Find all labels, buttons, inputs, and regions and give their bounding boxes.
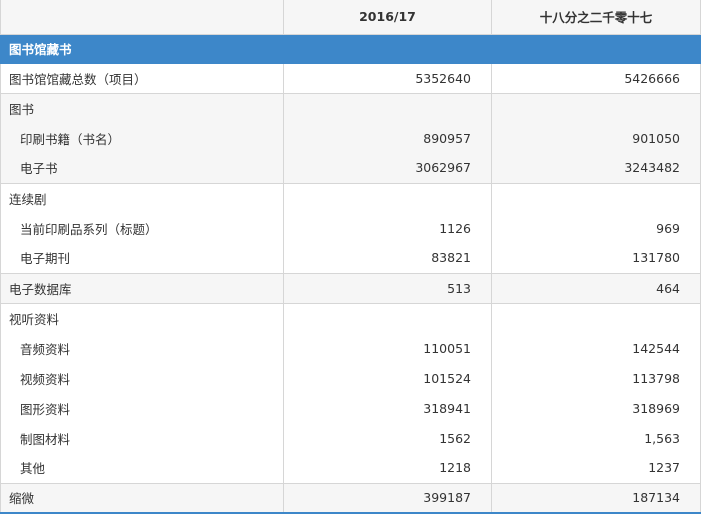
table-row: 视频资料 101524 113798 [0, 363, 701, 393]
table-row: 电子期刊 83821 131780 [0, 243, 701, 273]
row-label: 图书馆馆藏总数（项目） [0, 63, 284, 93]
table-row: 图书 [0, 92, 701, 123]
row-group-label: 图书 [0, 92, 284, 123]
value-2017-18: 5426666 [491, 63, 701, 93]
value-2017-18: 969 [491, 213, 701, 243]
library-holdings-page: 2016/17 十八分之二千零十七 图书馆藏书 图书馆馆藏总数（项目） 5352… [0, 0, 701, 522]
table-row: 制图材料 1562 1,563 [0, 423, 701, 453]
table-row: 音频资料 110051 142544 [0, 333, 701, 363]
row-label: 印刷书籍（书名） [0, 123, 284, 153]
value-2017-18: 187134 [491, 482, 701, 514]
value-2016-17: 1562 [283, 423, 492, 453]
value-2017-18: 1237 [491, 453, 701, 483]
value-2016-17: 5352640 [283, 63, 492, 93]
value-2016-17: 101524 [283, 363, 492, 393]
header-year-2017-18: 十八分之二千零十七 [491, 0, 701, 35]
value-2017-18: 1,563 [491, 423, 701, 453]
table-row: 缩微 399187 187134 [0, 482, 701, 514]
table-header-row: 2016/17 十八分之二千零十七 [0, 0, 701, 35]
table-row: 当前印刷品系列（标题） 1126 969 [0, 213, 701, 243]
row-label: 电子期刊 [0, 243, 284, 273]
table-row: 连续剧 [0, 182, 701, 213]
value-2017-18: 464 [491, 272, 701, 303]
row-label: 其他 [0, 453, 284, 483]
header-year-2016-17: 2016/17 [283, 0, 492, 35]
value-2017-18: 3243482 [491, 153, 701, 183]
table-row: 视听资料 [0, 302, 701, 333]
row-label: 视频资料 [0, 363, 284, 393]
value-2016-17: 513 [283, 272, 492, 303]
section-title: 图书馆藏书 [0, 33, 701, 64]
row-label: 缩微 [0, 482, 284, 514]
header-label-column [0, 0, 284, 35]
table-row: 电子书 3062967 3243482 [0, 153, 701, 183]
table-row: 图形资料 318941 318969 [0, 393, 701, 423]
value-2017-18 [491, 182, 701, 213]
row-label: 电子数据库 [0, 272, 284, 303]
value-2016-17: 110051 [283, 333, 492, 363]
value-2017-18: 131780 [491, 243, 701, 273]
row-label: 当前印刷品系列（标题） [0, 213, 284, 243]
table-row: 电子数据库 513 464 [0, 272, 701, 303]
value-2016-17: 3062967 [283, 153, 492, 183]
table-row: 图书馆馆藏总数（项目） 5352640 5426666 [0, 63, 701, 93]
value-2016-17 [283, 92, 492, 123]
section-header-row: 图书馆藏书 [0, 33, 701, 64]
row-label: 电子书 [0, 153, 284, 183]
value-2017-18 [491, 302, 701, 333]
table-row: 印刷书籍（书名） 890957 901050 [0, 123, 701, 153]
value-2016-17: 1126 [283, 213, 492, 243]
row-label: 图形资料 [0, 393, 284, 423]
value-2016-17: 399187 [283, 482, 492, 514]
table-row: 其他 1218 1237 [0, 453, 701, 483]
value-2017-18 [491, 92, 701, 123]
row-label: 音频资料 [0, 333, 284, 363]
value-2016-17: 890957 [283, 123, 492, 153]
value-2017-18: 318969 [491, 393, 701, 423]
value-2016-17: 83821 [283, 243, 492, 273]
library-holdings-table: 2016/17 十八分之二千零十七 图书馆藏书 图书馆馆藏总数（项目） 5352… [0, 0, 701, 514]
value-2016-17 [283, 182, 492, 213]
value-2016-17: 1218 [283, 453, 492, 483]
value-2016-17: 318941 [283, 393, 492, 423]
row-label: 制图材料 [0, 423, 284, 453]
value-2017-18: 142544 [491, 333, 701, 363]
row-group-label: 视听资料 [0, 302, 284, 333]
row-group-label: 连续剧 [0, 182, 284, 213]
value-2017-18: 113798 [491, 363, 701, 393]
value-2017-18: 901050 [491, 123, 701, 153]
value-2016-17 [283, 302, 492, 333]
